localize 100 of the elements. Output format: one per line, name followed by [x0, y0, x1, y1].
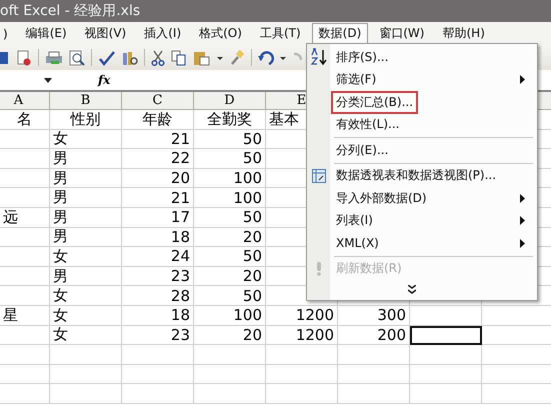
table-cell: [410, 384, 482, 404]
table-cell: [0, 266, 50, 286]
table-cell: [194, 364, 266, 384]
table-cell: [338, 345, 410, 365]
table-cell: 星: [0, 306, 50, 326]
table-cell: 20: [194, 326, 266, 346]
menu-item[interactable]: 插入(I): [137, 23, 188, 44]
table-cell: 男: [50, 266, 122, 286]
table-cell: 50: [194, 130, 266, 150]
selected-cell[interactable]: [410, 326, 482, 346]
table-cell[interactable]: [410, 306, 482, 326]
table-cell: 性别: [50, 110, 122, 130]
table-cell: [0, 247, 50, 267]
books-icon[interactable]: [122, 50, 138, 66]
sort-ascending-icon: [310, 48, 328, 66]
menu-item[interactable]: 数据(D): [312, 23, 368, 44]
table-cell: [410, 345, 482, 365]
table-cell: 20: [194, 266, 266, 286]
table-cell: [0, 130, 50, 150]
table-cell: 年龄: [122, 110, 194, 130]
table-cell: 男: [50, 228, 122, 248]
table-cell: 300: [338, 306, 410, 326]
table-cell: [122, 364, 194, 384]
menu-item[interactable]: 列表(I): [331, 209, 378, 232]
table-cell: 50: [194, 247, 266, 267]
menu-item[interactable]: 筛选(F): [331, 68, 382, 92]
pivot-table-icon: [312, 168, 326, 183]
table-cell: 名: [0, 110, 50, 130]
spelling-icon[interactable]: [98, 50, 116, 66]
submenu-arrow-icon: [520, 216, 525, 226]
cut-icon[interactable]: [151, 50, 165, 66]
table-cell: [266, 345, 338, 365]
column-header[interactable]: B: [80, 93, 90, 108]
menu-item[interactable]: 导入外部数据(D): [331, 186, 432, 210]
print-icon[interactable]: [45, 50, 63, 66]
table-cell: [50, 345, 122, 365]
table-cell: 女: [50, 247, 122, 267]
function-label[interactable]: fx: [98, 73, 120, 87]
table-cell: 21: [122, 188, 194, 208]
table-cell: [338, 384, 410, 404]
table-cell: [0, 168, 50, 188]
table-cell: [122, 345, 194, 365]
table-cell: 男: [50, 149, 122, 169]
menu-item[interactable]: 编辑(E): [18, 23, 74, 44]
menu-item[interactable]: 数据透视表和数据透视图(P)...: [331, 164, 502, 188]
menu-item[interactable]: 帮助(H): [435, 23, 492, 44]
menu-item[interactable]: ): [0, 24, 11, 42]
column-header[interactable]: D: [224, 93, 235, 108]
table-cell: [50, 384, 122, 404]
table-cell: 20: [122, 168, 194, 188]
table-cell: [194, 384, 266, 404]
menu-item[interactable]: 分类汇总(B)...: [331, 90, 418, 114]
table-cell: 女: [50, 130, 122, 150]
table-cell: 1200: [266, 326, 338, 346]
table-cell: 24: [122, 247, 194, 267]
copy-icon[interactable]: [171, 50, 187, 66]
table-cell: 男: [50, 168, 122, 188]
table-cell: [0, 188, 50, 208]
print-preview-icon[interactable]: [69, 50, 85, 66]
column-header[interactable]: C: [152, 93, 162, 108]
table-cell: 21: [122, 130, 194, 150]
table-cell: 100: [194, 306, 266, 326]
paste-icon[interactable]: [193, 50, 211, 66]
document-icon[interactable]: [16, 50, 32, 66]
table-cell: 男: [50, 188, 122, 208]
table-cell: [0, 149, 50, 169]
menu-item[interactable]: 格式(O): [192, 23, 249, 44]
table-cell: 100: [194, 188, 266, 208]
dropdown-icon[interactable]: [44, 78, 52, 82]
menu-item[interactable]: 窗口(W): [372, 23, 432, 44]
menu-item[interactable]: 视图(V): [78, 23, 134, 44]
format-painter-icon[interactable]: [229, 50, 245, 66]
table-cell: 女: [50, 286, 122, 306]
table-cell: [266, 384, 338, 404]
table-cell: [0, 364, 50, 384]
table-cell: [122, 384, 194, 404]
table-cell: [0, 384, 50, 404]
table-cell: 18: [122, 306, 194, 326]
table-cell: [0, 228, 50, 248]
column-header[interactable]: A: [14, 93, 24, 108]
table-cell: 28: [122, 286, 194, 306]
window-title: oft Excel - 经验用.xls: [0, 2, 140, 20]
table-cell: 全勤奖: [194, 110, 266, 130]
menu-item[interactable]: 排序(S)...: [331, 46, 394, 69]
menu-item[interactable]: 工具(T): [252, 23, 308, 44]
submenu-arrow-icon: [520, 238, 525, 248]
menu-item[interactable]: 分列(E)...: [331, 138, 394, 162]
table-cell: 22: [122, 149, 194, 169]
save-icon[interactable]: [0, 50, 10, 66]
undo-icon[interactable]: [258, 50, 274, 66]
table-cell: 20: [194, 228, 266, 248]
expand-menu-icon[interactable]: [408, 284, 416, 294]
table-cell: 50: [194, 286, 266, 306]
column-header[interactable]: E: [296, 93, 306, 108]
table-cell: 远: [0, 208, 50, 228]
table-cell: 女: [50, 326, 122, 346]
menu-item[interactable]: XML(X): [331, 233, 384, 254]
table-cell: 200: [338, 326, 410, 346]
table-cell: 18: [122, 228, 194, 248]
submenu-arrow-icon: [520, 194, 525, 203]
